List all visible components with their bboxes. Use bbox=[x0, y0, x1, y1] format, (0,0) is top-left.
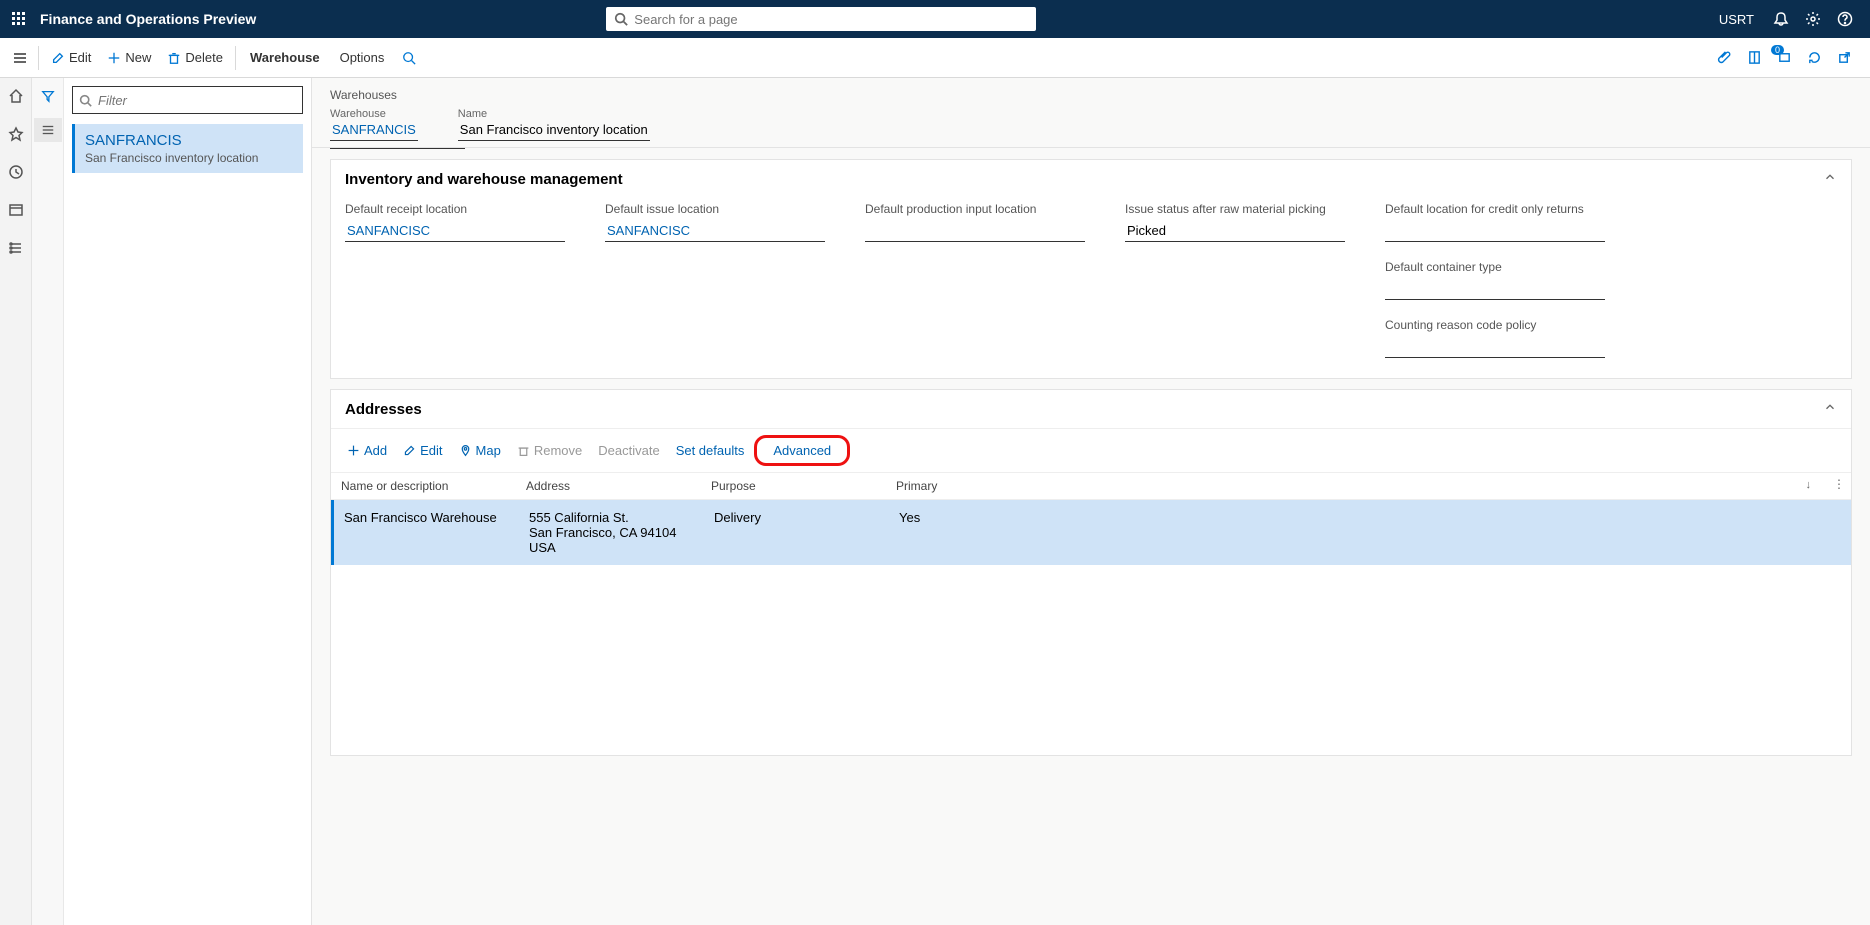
search-icon bbox=[614, 12, 628, 26]
reason-code-label: Counting reason code policy bbox=[1385, 318, 1605, 332]
top-navbar: Finance and Operations Preview USRT bbox=[0, 0, 1870, 38]
detail-content: Warehouses Warehouse SANFRANCIS Name San… bbox=[312, 78, 1870, 925]
row-address: 555 California St. San Francisco, CA 941… bbox=[529, 510, 714, 555]
find-button[interactable] bbox=[394, 47, 424, 69]
sort-indicator-icon: ↓ bbox=[1806, 479, 1812, 493]
home-icon[interactable] bbox=[6, 86, 26, 106]
app-title: Finance and Operations Preview bbox=[40, 11, 256, 27]
name-field-value[interactable]: San Francisco inventory location bbox=[458, 120, 650, 141]
inventory-card-title: Inventory and warehouse management bbox=[345, 171, 623, 188]
col-purpose[interactable]: Purpose bbox=[711, 479, 896, 493]
inventory-card-header[interactable]: Inventory and warehouse management bbox=[331, 160, 1851, 198]
alert-badge: 0 bbox=[1771, 45, 1784, 55]
action-bar: Edit New Delete Warehouse Options 0 bbox=[0, 38, 1870, 78]
container-type-label: Default container type bbox=[1385, 260, 1605, 274]
default-issue-input[interactable]: SANFANCISC bbox=[605, 220, 825, 242]
edit-button[interactable]: Edit bbox=[43, 46, 99, 69]
item-desc: San Francisco inventory location bbox=[85, 151, 293, 165]
modules-icon[interactable] bbox=[6, 238, 26, 258]
address-deactivate-button: Deactivate bbox=[592, 440, 665, 461]
address-remove-button: Remove bbox=[511, 440, 588, 461]
col-address[interactable]: Address bbox=[526, 479, 711, 493]
address-map-button[interactable]: Map bbox=[453, 440, 507, 461]
app-launcher-icon[interactable] bbox=[12, 12, 26, 26]
address-add-button[interactable]: Add bbox=[341, 440, 393, 461]
recent-icon[interactable] bbox=[6, 162, 26, 182]
new-button[interactable]: New bbox=[99, 46, 159, 69]
search-input[interactable] bbox=[634, 12, 1028, 27]
help-icon[interactable] bbox=[1832, 6, 1858, 32]
tab-warehouse[interactable]: Warehouse bbox=[240, 46, 330, 69]
advanced-label: Advanced bbox=[773, 443, 831, 458]
search-icon bbox=[79, 94, 92, 107]
chevron-up-icon bbox=[1823, 170, 1837, 188]
settings-icon[interactable] bbox=[1800, 6, 1826, 32]
credit-return-input[interactable] bbox=[1385, 220, 1605, 242]
list-filter[interactable] bbox=[72, 86, 303, 114]
set-defaults-label: Set defaults bbox=[676, 443, 745, 458]
row-name: San Francisco Warehouse bbox=[344, 510, 529, 555]
notifications-icon[interactable] bbox=[1768, 6, 1794, 32]
default-receipt-label: Default receipt location bbox=[345, 202, 565, 216]
warehouse-list-item[interactable]: SANFRANCIS San Francisco inventory locat… bbox=[72, 124, 303, 173]
add-label: Add bbox=[364, 443, 387, 458]
map-label: Map bbox=[476, 443, 501, 458]
item-code: SANFRANCIS bbox=[85, 132, 293, 149]
addresses-card-title: Addresses bbox=[345, 401, 422, 418]
attachments-icon[interactable] bbox=[1710, 44, 1738, 72]
default-prod-input[interactable] bbox=[865, 220, 1085, 242]
nav-menu-icon[interactable] bbox=[6, 44, 34, 72]
tab-options[interactable]: Options bbox=[330, 46, 395, 69]
refresh-icon[interactable] bbox=[1800, 44, 1828, 72]
favorites-icon[interactable] bbox=[6, 124, 26, 144]
inventory-card: Inventory and warehouse management Defau… bbox=[330, 159, 1852, 379]
filter-icon[interactable] bbox=[38, 86, 58, 106]
popout-icon[interactable] bbox=[1830, 44, 1858, 72]
edit-label: Edit bbox=[69, 50, 91, 65]
record-list-panel: SANFRANCIS San Francisco inventory locat… bbox=[32, 78, 312, 925]
address-set-defaults-button[interactable]: Set defaults bbox=[670, 440, 751, 461]
address-advanced-button[interactable]: Advanced bbox=[767, 440, 837, 461]
warehouse-field-value[interactable]: SANFRANCIS bbox=[330, 120, 418, 141]
col-name[interactable]: Name or description bbox=[341, 479, 526, 493]
issue-status-input[interactable]: Picked bbox=[1125, 220, 1345, 242]
office-icon[interactable] bbox=[1740, 44, 1768, 72]
warehouse-field-label: Warehouse bbox=[330, 108, 418, 120]
deactivate-label: Deactivate bbox=[598, 443, 659, 458]
new-label: New bbox=[125, 50, 151, 65]
left-nav-rail bbox=[0, 78, 32, 925]
list-filter-input[interactable] bbox=[98, 93, 296, 108]
default-prod-label: Default production input location bbox=[865, 202, 1085, 216]
addresses-card-header[interactable]: Addresses bbox=[331, 390, 1851, 428]
list-view-icon[interactable] bbox=[34, 118, 62, 142]
row-purpose: Delivery bbox=[714, 510, 899, 555]
chevron-up-icon bbox=[1823, 400, 1837, 418]
global-search[interactable] bbox=[606, 7, 1036, 31]
address-table-row[interactable]: San Francisco Warehouse 555 California S… bbox=[331, 500, 1851, 565]
name-field-label: Name bbox=[458, 108, 650, 120]
company-label[interactable]: USRT bbox=[1719, 12, 1754, 27]
reason-code-input[interactable] bbox=[1385, 336, 1605, 358]
column-options-icon[interactable]: ⋮ bbox=[1833, 477, 1845, 491]
row-primary: Yes bbox=[899, 510, 1029, 555]
alerts-icon[interactable]: 0 bbox=[1770, 44, 1798, 72]
default-issue-label: Default issue location bbox=[605, 202, 825, 216]
stray-underline bbox=[330, 148, 465, 149]
issue-status-label: Issue status after raw material picking bbox=[1125, 202, 1345, 216]
workspaces-icon[interactable] bbox=[6, 200, 26, 220]
credit-return-label: Default location for credit only returns bbox=[1385, 202, 1605, 216]
remove-label: Remove bbox=[534, 443, 582, 458]
container-type-input[interactable] bbox=[1385, 278, 1605, 300]
address-table-header: Name or description Address Purpose Prim… bbox=[331, 473, 1851, 500]
highlight-annotation: Advanced bbox=[754, 435, 850, 466]
addresses-card: Addresses Add Edit Map Remove Deactivate… bbox=[330, 389, 1852, 756]
default-receipt-input[interactable]: SANFANCISC bbox=[345, 220, 565, 242]
delete-label: Delete bbox=[185, 50, 223, 65]
breadcrumb: Warehouses bbox=[312, 86, 1870, 108]
col-primary[interactable]: Primary bbox=[896, 479, 1026, 493]
address-edit-button[interactable]: Edit bbox=[397, 440, 448, 461]
edit-label: Edit bbox=[420, 443, 442, 458]
addresses-toolbar: Add Edit Map Remove Deactivate Set defau… bbox=[331, 428, 1851, 473]
delete-button[interactable]: Delete bbox=[159, 46, 231, 69]
